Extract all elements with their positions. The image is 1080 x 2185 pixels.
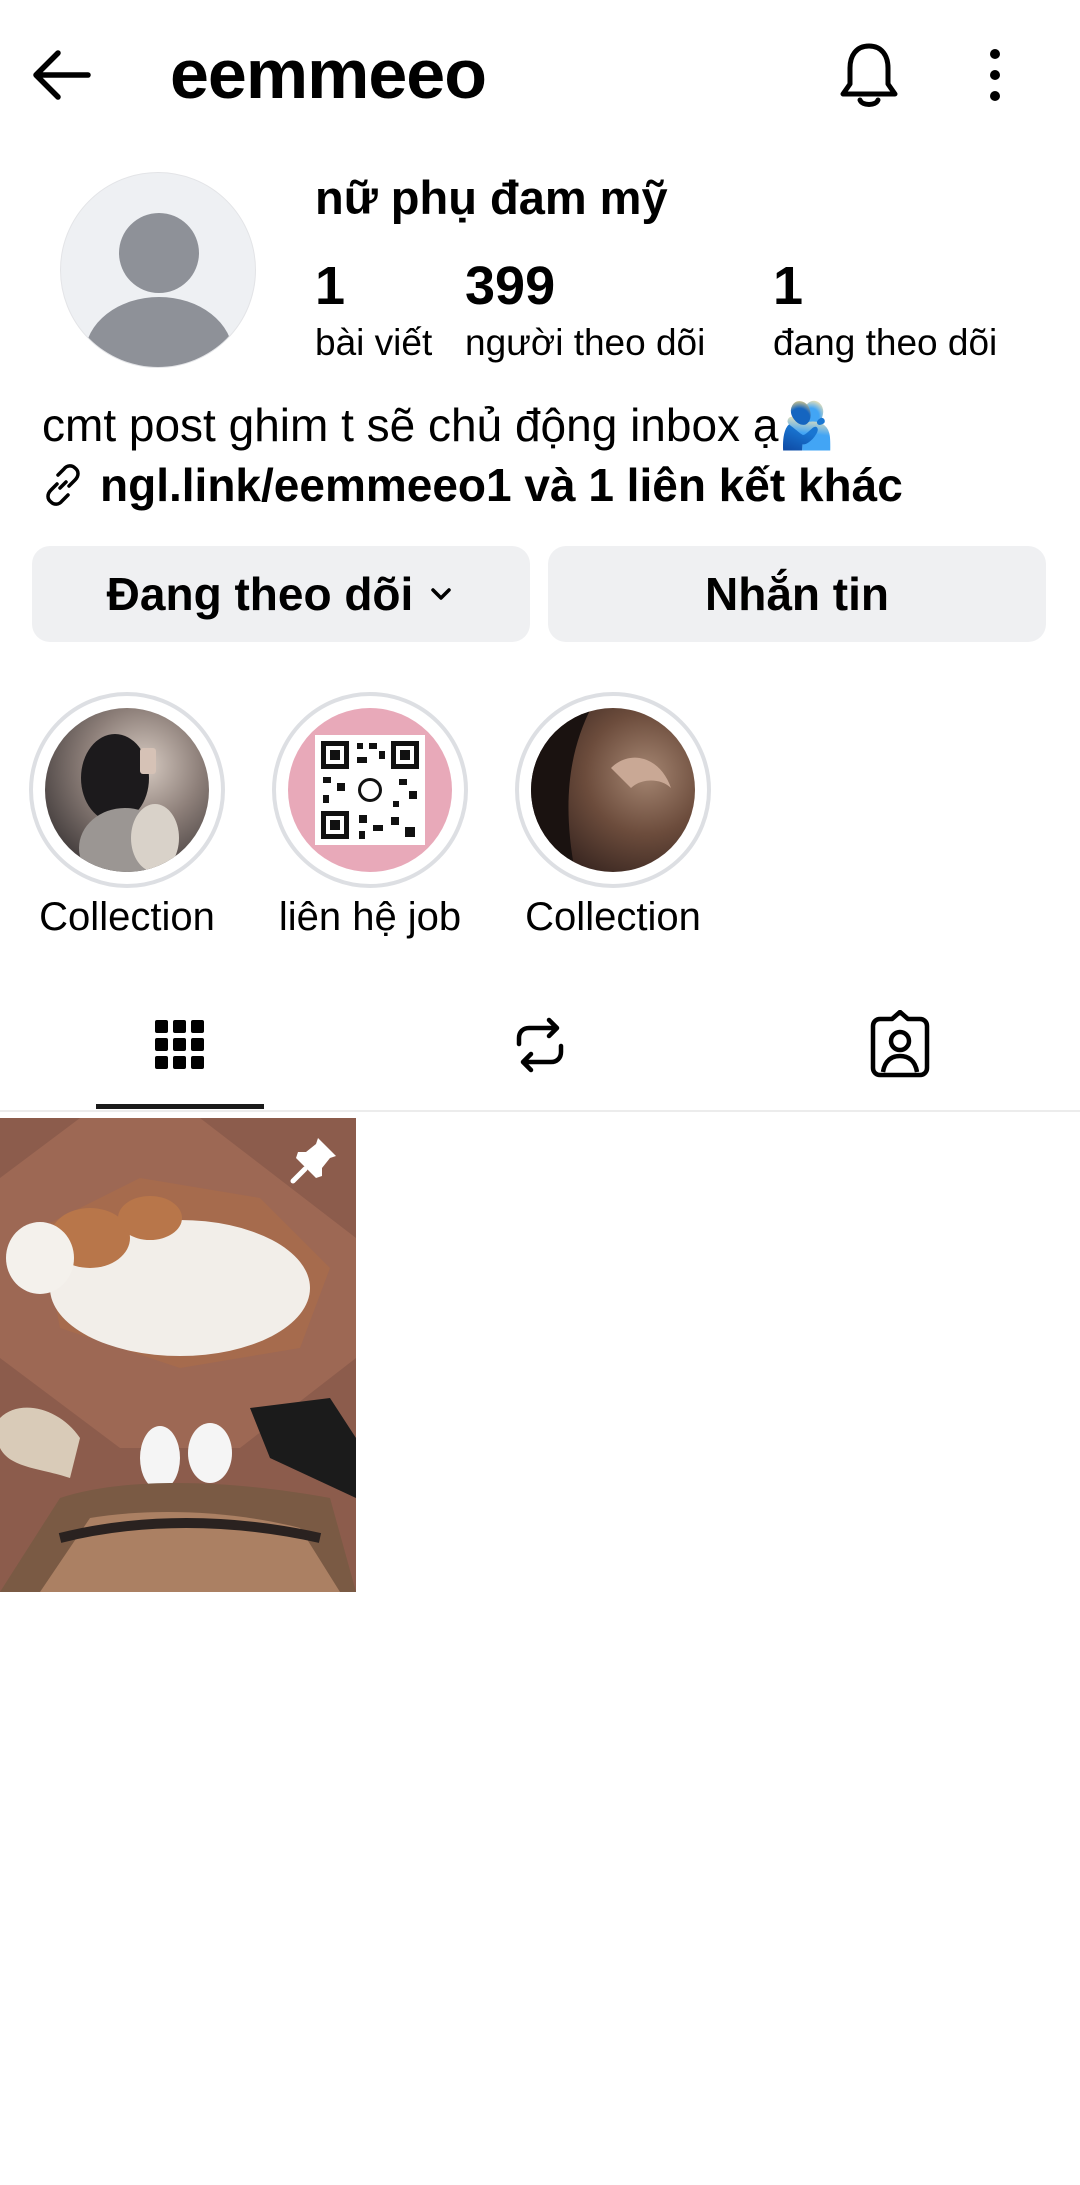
active-tab-indicator xyxy=(96,1104,264,1109)
highlight-item[interactable] xyxy=(515,692,711,888)
highlight-item[interactable] xyxy=(29,692,225,888)
highlight-cover-photo xyxy=(45,708,209,872)
avatar[interactable] xyxy=(60,172,256,368)
profile-bio: cmt post ghim t sẽ chủ động inbox ạ🫂 xyxy=(42,399,836,451)
highlight-item[interactable] xyxy=(272,692,468,888)
profile-username: eemmeeo xyxy=(170,35,487,113)
tagged-icon[interactable] xyxy=(865,1010,935,1080)
repost-icon[interactable] xyxy=(505,1010,575,1080)
tabs-divider xyxy=(0,1110,1080,1112)
stat-posts-value: 1 xyxy=(315,256,346,316)
stat-followers-value: 399 xyxy=(465,256,556,316)
stat-following[interactable]: 1 đang theo dõi xyxy=(773,255,997,365)
default-avatar-icon xyxy=(85,213,233,367)
stat-following-label: đang theo dõi xyxy=(773,322,998,363)
profile-full-name: nữ phụ đam mỹ xyxy=(315,171,668,224)
stat-posts-label: bài viết xyxy=(315,322,433,363)
profile-link[interactable]: ngl.link/eemmeeo1 và 1 liên kết khác xyxy=(42,458,903,512)
highlight-label: Collection xyxy=(39,895,215,939)
link-icon xyxy=(46,464,80,506)
stat-posts[interactable]: 1 bài viết xyxy=(315,255,432,365)
message-button-label: Nhắn tin xyxy=(705,568,889,620)
highlight-label: Collection xyxy=(525,895,701,939)
qr-code-cover xyxy=(288,708,452,872)
highlight-label: liên hệ job xyxy=(278,895,462,939)
grid-icon[interactable] xyxy=(145,1010,215,1080)
stat-following-value: 1 xyxy=(773,256,804,316)
qr-code-icon xyxy=(315,735,425,845)
more-vertical-icon[interactable] xyxy=(980,44,1010,106)
following-button-label: Đang theo dõi xyxy=(106,568,414,620)
message-button[interactable]: Nhắn tin xyxy=(548,546,1046,642)
post-image xyxy=(0,1118,356,1592)
profile-link-text: ngl.link/eemmeeo1 và 1 liên kết khác xyxy=(100,459,903,511)
pin-icon xyxy=(290,1138,336,1184)
post-thumbnail[interactable] xyxy=(0,1118,356,1592)
following-button[interactable]: Đang theo dõi xyxy=(32,546,530,642)
arrow-left-icon[interactable] xyxy=(28,40,98,110)
bell-icon[interactable] xyxy=(838,40,900,110)
highlight-cover-photo xyxy=(531,708,695,872)
chevron-down-icon xyxy=(431,588,452,600)
stat-followers[interactable]: 399 người theo dõi xyxy=(465,255,705,365)
stat-followers-label: người theo dõi xyxy=(465,322,706,363)
